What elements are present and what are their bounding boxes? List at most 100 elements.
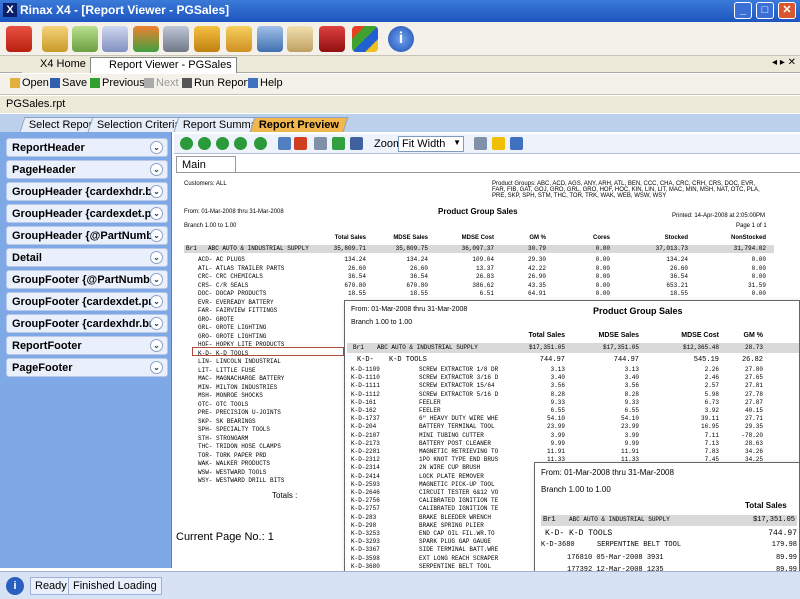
- next-button[interactable]: Next: [144, 77, 179, 89]
- toolbox-icon[interactable]: [319, 26, 345, 52]
- previous-button[interactable]: Previous: [90, 77, 145, 89]
- export-icon[interactable]: [350, 137, 363, 150]
- row-code: CRS-: [198, 281, 213, 289]
- section-group-header-partnumber[interactable]: GroupHeader {@PartNumb... ⌄: [6, 226, 168, 245]
- info-icon[interactable]: i: [388, 26, 414, 52]
- first-page-icon[interactable]: [180, 137, 193, 150]
- goto-page-icon[interactable]: [254, 137, 267, 150]
- section-page-footer[interactable]: PageFooter ⌄: [6, 358, 168, 377]
- edit-icon[interactable]: [42, 26, 68, 52]
- row-value: 6.55: [624, 407, 639, 414]
- step-report-preview[interactable]: Report Preview: [249, 117, 349, 132]
- zoom-item-row: K-D-1109 SCREW EXTRACTOR 1/8 DR 3.13 3.13 2.…: [347, 366, 799, 374]
- row-code: K-D-3253: [351, 530, 380, 537]
- help-button[interactable]: Help: [248, 77, 283, 89]
- zoom-column-header: MDSE Sales: [598, 332, 639, 339]
- tab-report-viewer[interactable]: Report Viewer - PGSales: [90, 57, 237, 73]
- section-report-footer[interactable]: ReportFooter ⌄: [6, 336, 168, 355]
- main-report-tab[interactable]: Main Report: [176, 156, 236, 183]
- chevron-down-icon[interactable]: ⌄: [150, 185, 163, 198]
- row-code: FAR-: [198, 307, 213, 314]
- chevron-down-icon[interactable]: ⌄: [150, 273, 163, 286]
- section-group-header-cardexdet[interactable]: GroupHeader {cardexdet.p... ⌄: [6, 204, 168, 223]
- row-code: K-D-3598: [351, 554, 380, 562]
- row-name: LITTLE FUSE: [216, 366, 256, 374]
- home-icon[interactable]: [6, 26, 32, 52]
- row-value: 36.54: [347, 273, 366, 280]
- app-logo-icon: X: [3, 3, 17, 17]
- row-value: 3.40: [550, 374, 565, 382]
- row-code: Br1: [353, 344, 364, 351]
- alert-icon[interactable]: [492, 137, 505, 150]
- minimize-button[interactable]: _: [734, 2, 752, 19]
- row-value: 11.91: [546, 448, 565, 455]
- arrow-left-icon: [90, 78, 100, 88]
- database-icon[interactable]: [226, 26, 252, 52]
- help-icon: [248, 78, 258, 88]
- table-row: DOC- DOCAP PRODUCTS 18.55 18.55 6.51 64.91 0.0…: [184, 290, 774, 298]
- section-group-footer-cardexdet[interactable]: GroupFooter {cardexdet.pr... ⌄: [6, 292, 168, 311]
- tab-x4-home[interactable]: X4 Home: [22, 57, 90, 73]
- row-value: 0.00: [751, 256, 766, 263]
- prev-page-icon[interactable]: [198, 137, 211, 150]
- windows-icon[interactable]: [352, 26, 378, 52]
- row-code: K-D-1109: [351, 366, 380, 373]
- row-value: 43.35: [527, 281, 546, 289]
- row-value: 27.65: [744, 374, 763, 382]
- branch-row: Br1 ABC AUTO & INDUSTRIAL SUPPLY 35,809.71…: [184, 245, 774, 253]
- document-icon[interactable]: [102, 26, 128, 52]
- run-report-button[interactable]: Run Report: [182, 77, 250, 89]
- chevron-down-icon[interactable]: ⌄: [150, 339, 163, 352]
- chevron-down-icon[interactable]: ⌄: [150, 207, 163, 220]
- tree-icon[interactable]: [278, 137, 291, 150]
- row-value: $17,351.05: [602, 344, 639, 351]
- section-detail[interactable]: Detail ⌄: [6, 248, 168, 267]
- chevron-down-icon[interactable]: ⌄: [150, 295, 163, 308]
- chevron-down-icon[interactable]: ⌄: [150, 251, 163, 264]
- row-name: STRONGARM: [216, 434, 249, 442]
- section-page-header[interactable]: PageHeader ⌄: [6, 160, 168, 179]
- cabinet-icon[interactable]: [287, 26, 313, 52]
- row-code: K-D-3293: [351, 538, 380, 546]
- save-button[interactable]: Save: [50, 77, 87, 89]
- network-icon[interactable]: [257, 26, 283, 52]
- row-value: 26.82: [741, 356, 763, 364]
- maximize-button[interactable]: □: [756, 2, 774, 19]
- zoom-select[interactable]: Fit Width ▼: [398, 136, 464, 152]
- tab-scroll-controls[interactable]: ◂ ▸ ✕: [772, 57, 796, 68]
- print-icon[interactable]: [314, 137, 327, 150]
- refresh-icon[interactable]: [332, 137, 345, 150]
- zoom2-item-row: K-D-3680 SERPENTINE BELT TOOL 179.98: [541, 541, 797, 549]
- section-group-footer-cardexhdr[interactable]: GroupFooter {cardexhdr.br... ⌄: [6, 314, 168, 333]
- row-value: 109.04: [472, 256, 494, 263]
- row-code: K-D-2646: [351, 489, 380, 496]
- stop-icon[interactable]: [294, 137, 307, 150]
- product-groups-filter: Product Groups: ABC, ACD, AGS, ANY, ARH,…: [492, 181, 760, 199]
- next-page-icon[interactable]: [216, 137, 229, 150]
- chevron-down-icon[interactable]: ⌄: [150, 361, 163, 374]
- section-report-header[interactable]: ReportHeader ⌄: [6, 138, 168, 157]
- section-group-footer-partnumber[interactable]: GroupFooter {@PartNumb... ⌄: [6, 270, 168, 289]
- row-value: 34.26: [744, 448, 763, 455]
- section-group-header-cardexhdr[interactable]: GroupHeader {cardexhdr.b... ⌄: [6, 182, 168, 201]
- row-value: 28.63: [744, 439, 763, 447]
- cube-icon[interactable]: [133, 26, 159, 52]
- printer-icon[interactable]: [163, 26, 189, 52]
- zoom-item-row: K-D-162 FEELER 6.55 6.55 3.92 40.15: [347, 407, 799, 415]
- checklist-icon[interactable]: [72, 26, 98, 52]
- row-value: 27.78: [744, 390, 763, 398]
- tab-label: Report Viewer - PGSales: [109, 59, 232, 71]
- chevron-down-icon[interactable]: ⌄: [150, 163, 163, 176]
- last-page-icon[interactable]: [234, 137, 247, 150]
- layout-icon[interactable]: [510, 137, 523, 150]
- close-button[interactable]: ✕: [778, 2, 796, 19]
- search-icon[interactable]: [474, 137, 487, 150]
- open-button[interactable]: Open: [10, 77, 49, 89]
- coins-icon[interactable]: [194, 26, 220, 52]
- chevron-down-icon[interactable]: ⌄: [150, 229, 163, 242]
- chevron-down-icon[interactable]: ⌄: [150, 317, 163, 330]
- table-row: ACD- AC PLUGS 134.24 134.24 109.04 29.30 0.00 1…: [184, 256, 774, 264]
- row-name: CRC CHEMICALS: [216, 273, 263, 280]
- chevron-down-icon[interactable]: ⌄: [150, 141, 163, 154]
- row-name: SCREW EXTRACTOR 1/8 DR: [419, 366, 499, 373]
